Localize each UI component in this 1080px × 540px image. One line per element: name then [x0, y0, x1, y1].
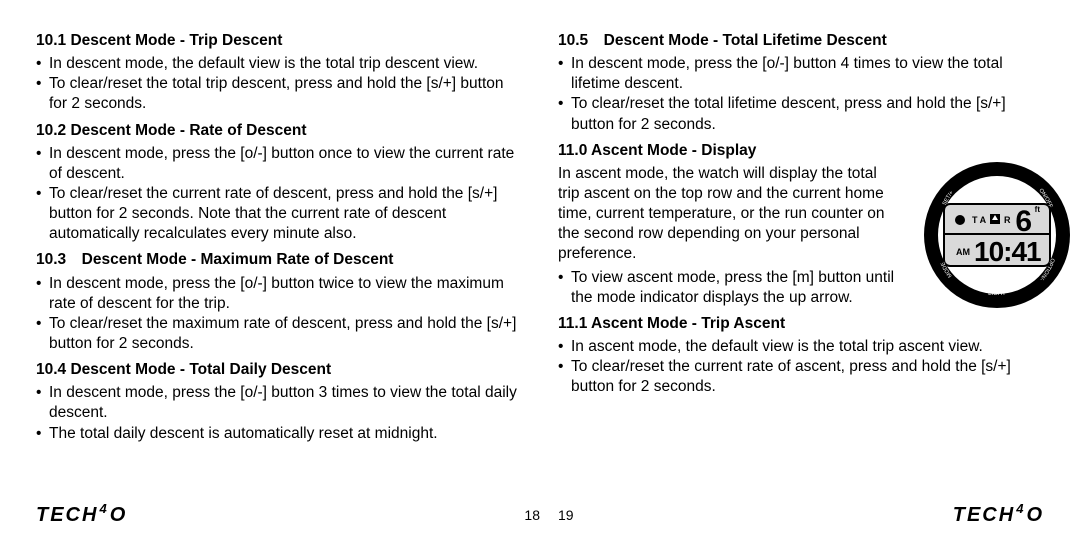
bullet-item: In ascent mode, the default view is the …: [558, 337, 1044, 357]
brand-logo: TECH4O: [36, 502, 127, 528]
bullet-item: To clear/reset the maximum rate of desce…: [36, 314, 522, 354]
section-heading: 10.1 Descent Mode - Trip Descent: [36, 31, 522, 51]
display-am: AM: [956, 247, 970, 257]
footer-left: TECH4O 18: [36, 502, 540, 528]
brand-c: O: [110, 502, 128, 528]
bullet-item: In descent mode, press the [o/-] button …: [558, 54, 1044, 94]
bullet-item: The total daily descent is automatically…: [36, 424, 522, 444]
bullet-item: In descent mode, the default view is the…: [36, 54, 522, 74]
brand-a: TECH: [953, 502, 1015, 528]
bullet-list: In descent mode, press the [o/-] button …: [36, 383, 522, 443]
page-left: 10.1 Descent Mode - Trip Descent In desce…: [0, 0, 540, 540]
section-heading: 10.5 Descent Mode - Total Lifetime Desce…: [558, 31, 1044, 51]
brand-b: 4: [99, 501, 108, 518]
svg-text:T A: T A: [972, 215, 987, 225]
bullet-list: In ascent mode, the default view is the …: [558, 337, 1044, 397]
brand-a: TECH: [36, 502, 98, 528]
watch-illustration: ALTISKI LIGHT SET/+ ON/OFF MODE OPTION/-…: [922, 160, 1072, 310]
bullet-list: In descent mode, the default view is the…: [36, 54, 522, 114]
section-heading: 10.3 Descent Mode - Maximum Rate of Desc…: [36, 250, 522, 270]
section-intro: In ascent mode, the watch will display t…: [558, 164, 898, 265]
bullet-item: In descent mode, press the [o/-] button …: [36, 383, 522, 423]
bullet-item: To clear/reset the total lifetime descen…: [558, 94, 1044, 134]
brand-logo: TECH4O: [953, 502, 1044, 528]
bullet-item: In descent mode, press the [o/-] button …: [36, 144, 522, 184]
page-number-left: 18: [524, 506, 540, 524]
bullet-list: In descent mode, press the [o/-] button …: [36, 274, 522, 355]
bullet-list: In descent mode, press the [o/-] button …: [36, 144, 522, 245]
section-heading: 10.2 Descent Mode - Rate of Descent: [36, 121, 522, 141]
bezel-top: ALTISKI: [986, 179, 1008, 185]
left-sections: 10.1 Descent Mode - Trip Descent In desce…: [36, 31, 522, 444]
bullet-item: To view ascent mode, press the [m] butto…: [558, 268, 898, 308]
display-unit: ft: [1035, 205, 1041, 214]
display-big: 6: [1015, 205, 1032, 238]
bezel-bottom: LIGHT: [988, 291, 1006, 297]
section-heading: 11.1 Ascent Mode - Trip Ascent: [558, 314, 1044, 334]
bullet-item: To clear/reset the current rate of desce…: [36, 184, 522, 244]
brand-b: 4: [1016, 501, 1025, 518]
section-heading: 10.4 Descent Mode - Total Daily Descent: [36, 360, 522, 380]
bullet-item: To clear/reset the total trip descent, p…: [36, 74, 522, 114]
bullet-item: To clear/reset the current rate of ascen…: [558, 357, 1044, 397]
bullet-list: In descent mode, press the [o/-] button …: [558, 54, 1044, 135]
section-heading: 11.0 Ascent Mode - Display: [558, 141, 1044, 161]
display-time: 10:41: [974, 236, 1041, 267]
page-number-right: 19: [558, 506, 574, 524]
svg-text:R: R: [1004, 215, 1011, 225]
bullet-item: In descent mode, press the [o/-] button …: [36, 274, 522, 314]
page-right: 10.5 Descent Mode - Total Lifetime Desce…: [540, 0, 1080, 540]
brand-c: O: [1026, 502, 1044, 528]
bullet-list: To view ascent mode, press the [m] butto…: [558, 268, 898, 308]
footer-right: 19 TECH4O: [558, 502, 1044, 528]
